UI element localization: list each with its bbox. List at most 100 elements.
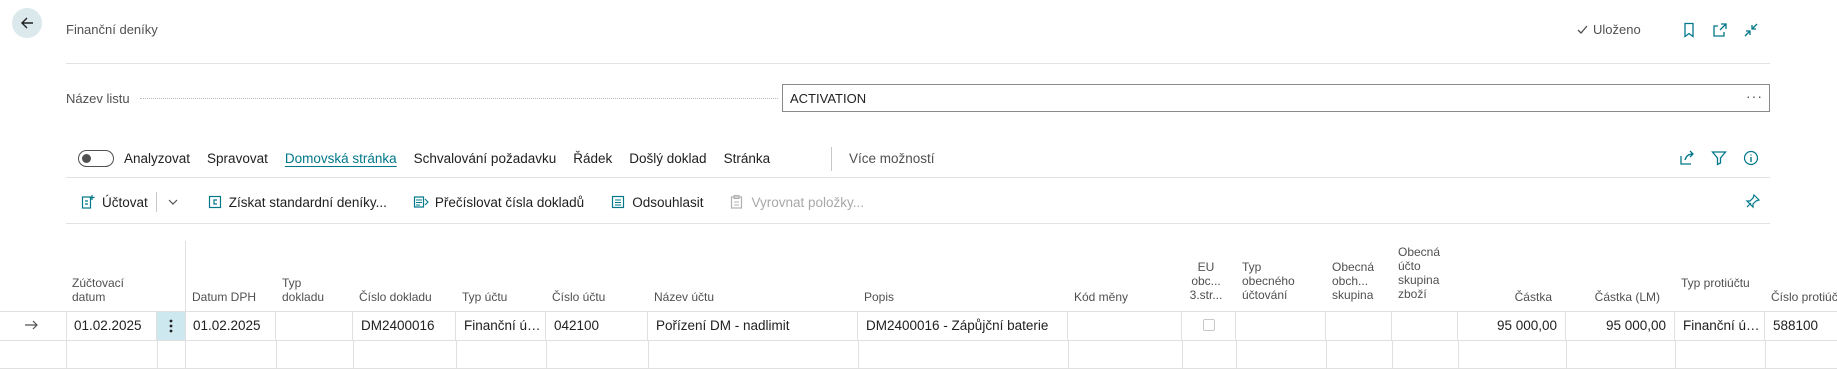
grid-col-divider	[1392, 341, 1393, 368]
grid-col-divider	[858, 341, 859, 368]
more-options-button[interactable]: Více možností	[849, 151, 935, 166]
col-amount[interactable]: Částka	[1476, 290, 1552, 304]
grid-col-divider	[1068, 341, 1069, 368]
tab-analyze[interactable]: Analyzovat	[124, 151, 190, 166]
apply-entries-button[interactable]: Vyrovnat položky...	[729, 194, 864, 210]
open-new-window-button[interactable]	[1711, 21, 1729, 39]
tab-incoming-document[interactable]: Došlý doklad	[629, 151, 706, 166]
open-new-window-icon	[1713, 23, 1727, 37]
saved-status: Uloženo	[1576, 22, 1641, 37]
info-button[interactable]	[1742, 149, 1760, 167]
tab-home[interactable]: Domovská stránka	[285, 151, 397, 166]
field-leader-dots	[140, 98, 778, 99]
reconcile-icon	[610, 194, 626, 210]
grid-col-divider	[546, 341, 547, 368]
filter-button[interactable]	[1710, 149, 1728, 167]
header-divider	[66, 63, 1770, 64]
apply-entries-icon	[729, 194, 745, 210]
col-gen-bus-posting-group[interactable]: Obecná obch... skupina	[1332, 260, 1382, 302]
tab-manage[interactable]: Spravovat	[207, 151, 268, 166]
col-description[interactable]: Popis	[864, 290, 894, 304]
col-gen-posting-type[interactable]: Typ obecného účtování	[1242, 260, 1314, 302]
cell-document-type[interactable]	[276, 312, 353, 340]
grid-col-divider	[353, 341, 354, 368]
eu-3-party-checkbox[interactable]	[1202, 319, 1215, 331]
col-document-no[interactable]: Číslo dokladu	[359, 290, 432, 304]
bookmark-icon	[1684, 22, 1694, 38]
batch-name-label: Název listu	[66, 91, 130, 106]
get-standard-journals-label: Získat standardní deníky...	[228, 194, 387, 210]
tabs-divider	[66, 177, 1770, 178]
grid-col-divider	[157, 341, 158, 368]
post-dropdown-chevron-down-icon[interactable]	[165, 194, 181, 210]
cell-account-type[interactable]: Finanční úč...	[456, 312, 546, 340]
cell-vat-date[interactable]: 01.02.2025	[185, 312, 276, 340]
col-amount-lcy[interactable]: Částka (LM)	[1568, 290, 1660, 304]
batch-name-more-button[interactable]: ···	[1746, 88, 1763, 104]
col-account-type[interactable]: Typ účtu	[462, 290, 507, 304]
pin-icon	[1745, 193, 1761, 209]
reconcile-label: Odsouhlasit	[632, 194, 704, 210]
cell-eu-3-party	[1182, 312, 1236, 340]
col-eu-3-party[interactable]: EU obc... 3.str...	[1188, 260, 1224, 302]
bookmark-button[interactable]	[1680, 21, 1698, 39]
cell-bal-account-type[interactable]: Finanční úč...	[1675, 312, 1765, 340]
post-icon	[80, 194, 96, 210]
actions-divider	[66, 223, 1770, 224]
tab-page[interactable]: Stránka	[724, 151, 771, 166]
tab-line[interactable]: Řádek	[573, 151, 612, 166]
col-document-type[interactable]: Typ dokladu	[282, 276, 337, 304]
action-tabs: Analyzovat Spravovat Domovská stránka Sc…	[124, 151, 787, 166]
cell-gen-bus-posting-group[interactable]	[1326, 312, 1392, 340]
cell-bal-account-no[interactable]: 588100	[1765, 312, 1837, 340]
action-bar: Účtovat Získat standardní deníky... Přeč…	[80, 192, 864, 212]
tab-request-approval[interactable]: Schvalování požadavku	[414, 151, 557, 166]
cell-amount[interactable]: 95 000,00	[1458, 312, 1566, 340]
cell-description[interactable]: DM2400016 - Zápůjční baterie	[858, 312, 1068, 340]
grid-new-row[interactable]	[66, 341, 1837, 368]
renumber-documents-button[interactable]: Přečíslovat čísla dokladů	[413, 194, 584, 210]
cell-gen-prod-posting-group[interactable]	[1392, 312, 1458, 340]
col-posting-date[interactable]: Zúčtovací datum	[72, 276, 152, 304]
reconcile-button[interactable]: Odsouhlasit	[610, 194, 703, 210]
analyze-toggle[interactable]	[78, 150, 114, 167]
grid-col-divider	[1566, 341, 1567, 368]
saved-label: Uloženo	[1593, 22, 1641, 37]
row-actions-button[interactable]	[157, 312, 185, 340]
batch-name-input[interactable]: ACTIVATION	[782, 84, 1770, 112]
page-title: Finanční deníky	[66, 22, 158, 37]
pin-button[interactable]	[1744, 192, 1762, 210]
post-label: Účtovat	[102, 194, 148, 210]
toggle-knob	[82, 154, 91, 163]
collapse-button[interactable]	[1742, 21, 1760, 39]
cell-amount-lcy[interactable]: 95 000,00	[1566, 312, 1675, 340]
col-vat-date[interactable]: Datum DPH	[192, 290, 256, 304]
more-vertical-icon	[169, 319, 173, 333]
grid-col-divider	[1458, 341, 1459, 368]
arrow-left-icon	[21, 17, 33, 29]
cell-posting-date[interactable]: 01.02.2025	[66, 312, 157, 340]
cell-currency-code[interactable]	[1068, 312, 1182, 340]
grid-col-divider	[1326, 341, 1327, 368]
col-account-name[interactable]: Název účtu	[654, 290, 714, 304]
grid-col-divider	[1182, 341, 1183, 368]
share-icon	[1680, 150, 1694, 165]
back-button[interactable]	[12, 8, 42, 38]
col-bal-account-no[interactable]: Číslo protiúčt	[1771, 290, 1837, 304]
info-icon	[1743, 150, 1759, 166]
cell-gen-posting-type[interactable]	[1236, 312, 1326, 340]
post-button[interactable]: Účtovat	[80, 194, 148, 210]
get-standard-journals-button[interactable]: Získat standardní deníky...	[207, 194, 387, 210]
grid-col-divider	[1236, 341, 1237, 368]
col-bal-account-type[interactable]: Typ protiúčtu	[1681, 276, 1751, 290]
split-divider	[155, 192, 157, 212]
tabs-separator	[831, 147, 832, 171]
cell-document-no[interactable]: DM2400016	[353, 312, 456, 340]
grid-col-divider	[1675, 341, 1676, 368]
cell-account-no[interactable]: 042100	[546, 312, 648, 340]
col-account-no[interactable]: Číslo účtu	[552, 290, 605, 304]
cell-account-name[interactable]: Pořízení DM - nadlimit	[648, 312, 858, 340]
share-button[interactable]	[1678, 149, 1696, 167]
col-currency-code[interactable]: Kód měny	[1074, 290, 1128, 304]
col-gen-prod-posting-group[interactable]: Obecná účto skupina zboží	[1398, 245, 1450, 301]
